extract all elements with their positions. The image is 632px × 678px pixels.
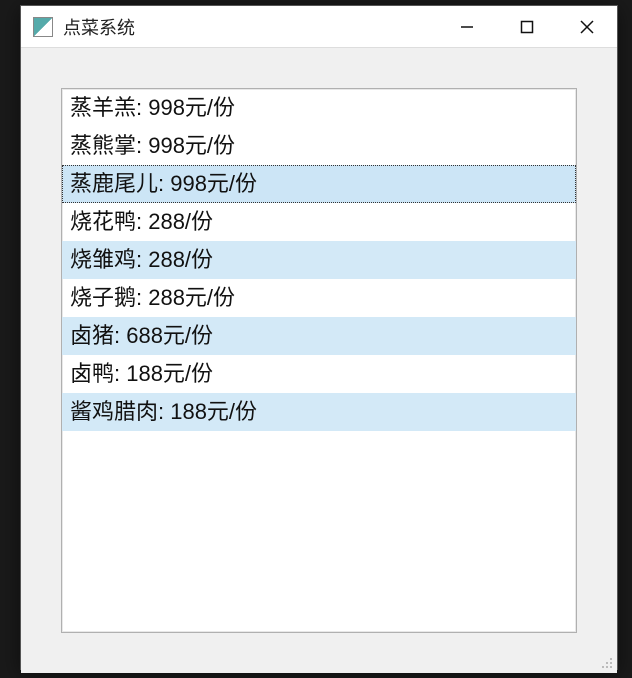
list-item[interactable]: 酱鸡腊肉: 188元/份 — [62, 393, 576, 431]
background-editor-hint — [0, 0, 20, 678]
app-icon — [33, 17, 53, 37]
titlebar[interactable]: 点菜系统 — [21, 6, 617, 48]
maximize-button[interactable] — [497, 6, 557, 48]
list-item[interactable]: 烧雏鸡: 288/份 — [62, 241, 576, 279]
app-window: 点菜系统 蒸羊羔: 998元/份蒸熊掌: 998元/份蒸鹿尾儿: 998元/份烧… — [20, 5, 618, 670]
close-icon — [580, 20, 594, 34]
close-button[interactable] — [557, 6, 617, 48]
list-item[interactable]: 卤鸭: 188元/份 — [62, 355, 576, 393]
resize-grip-icon[interactable] — [597, 653, 613, 669]
list-item[interactable]: 蒸羊羔: 998元/份 — [62, 89, 576, 127]
menu-listbox[interactable]: 蒸羊羔: 998元/份蒸熊掌: 998元/份蒸鹿尾儿: 998元/份烧花鸭: 2… — [61, 88, 577, 633]
minimize-button[interactable] — [437, 6, 497, 48]
list-item[interactable]: 蒸熊掌: 998元/份 — [62, 127, 576, 165]
list-item[interactable]: 烧子鹅: 288元/份 — [62, 279, 576, 317]
window-title: 点菜系统 — [63, 14, 135, 40]
minimize-icon — [460, 20, 474, 34]
list-item[interactable]: 烧花鸭: 288/份 — [62, 203, 576, 241]
list-item[interactable]: 蒸鹿尾儿: 998元/份 — [62, 165, 576, 203]
list-item[interactable]: 卤猪: 688元/份 — [62, 317, 576, 355]
client-area: 蒸羊羔: 998元/份蒸熊掌: 998元/份蒸鹿尾儿: 998元/份烧花鸭: 2… — [21, 48, 617, 673]
maximize-icon — [520, 20, 534, 34]
